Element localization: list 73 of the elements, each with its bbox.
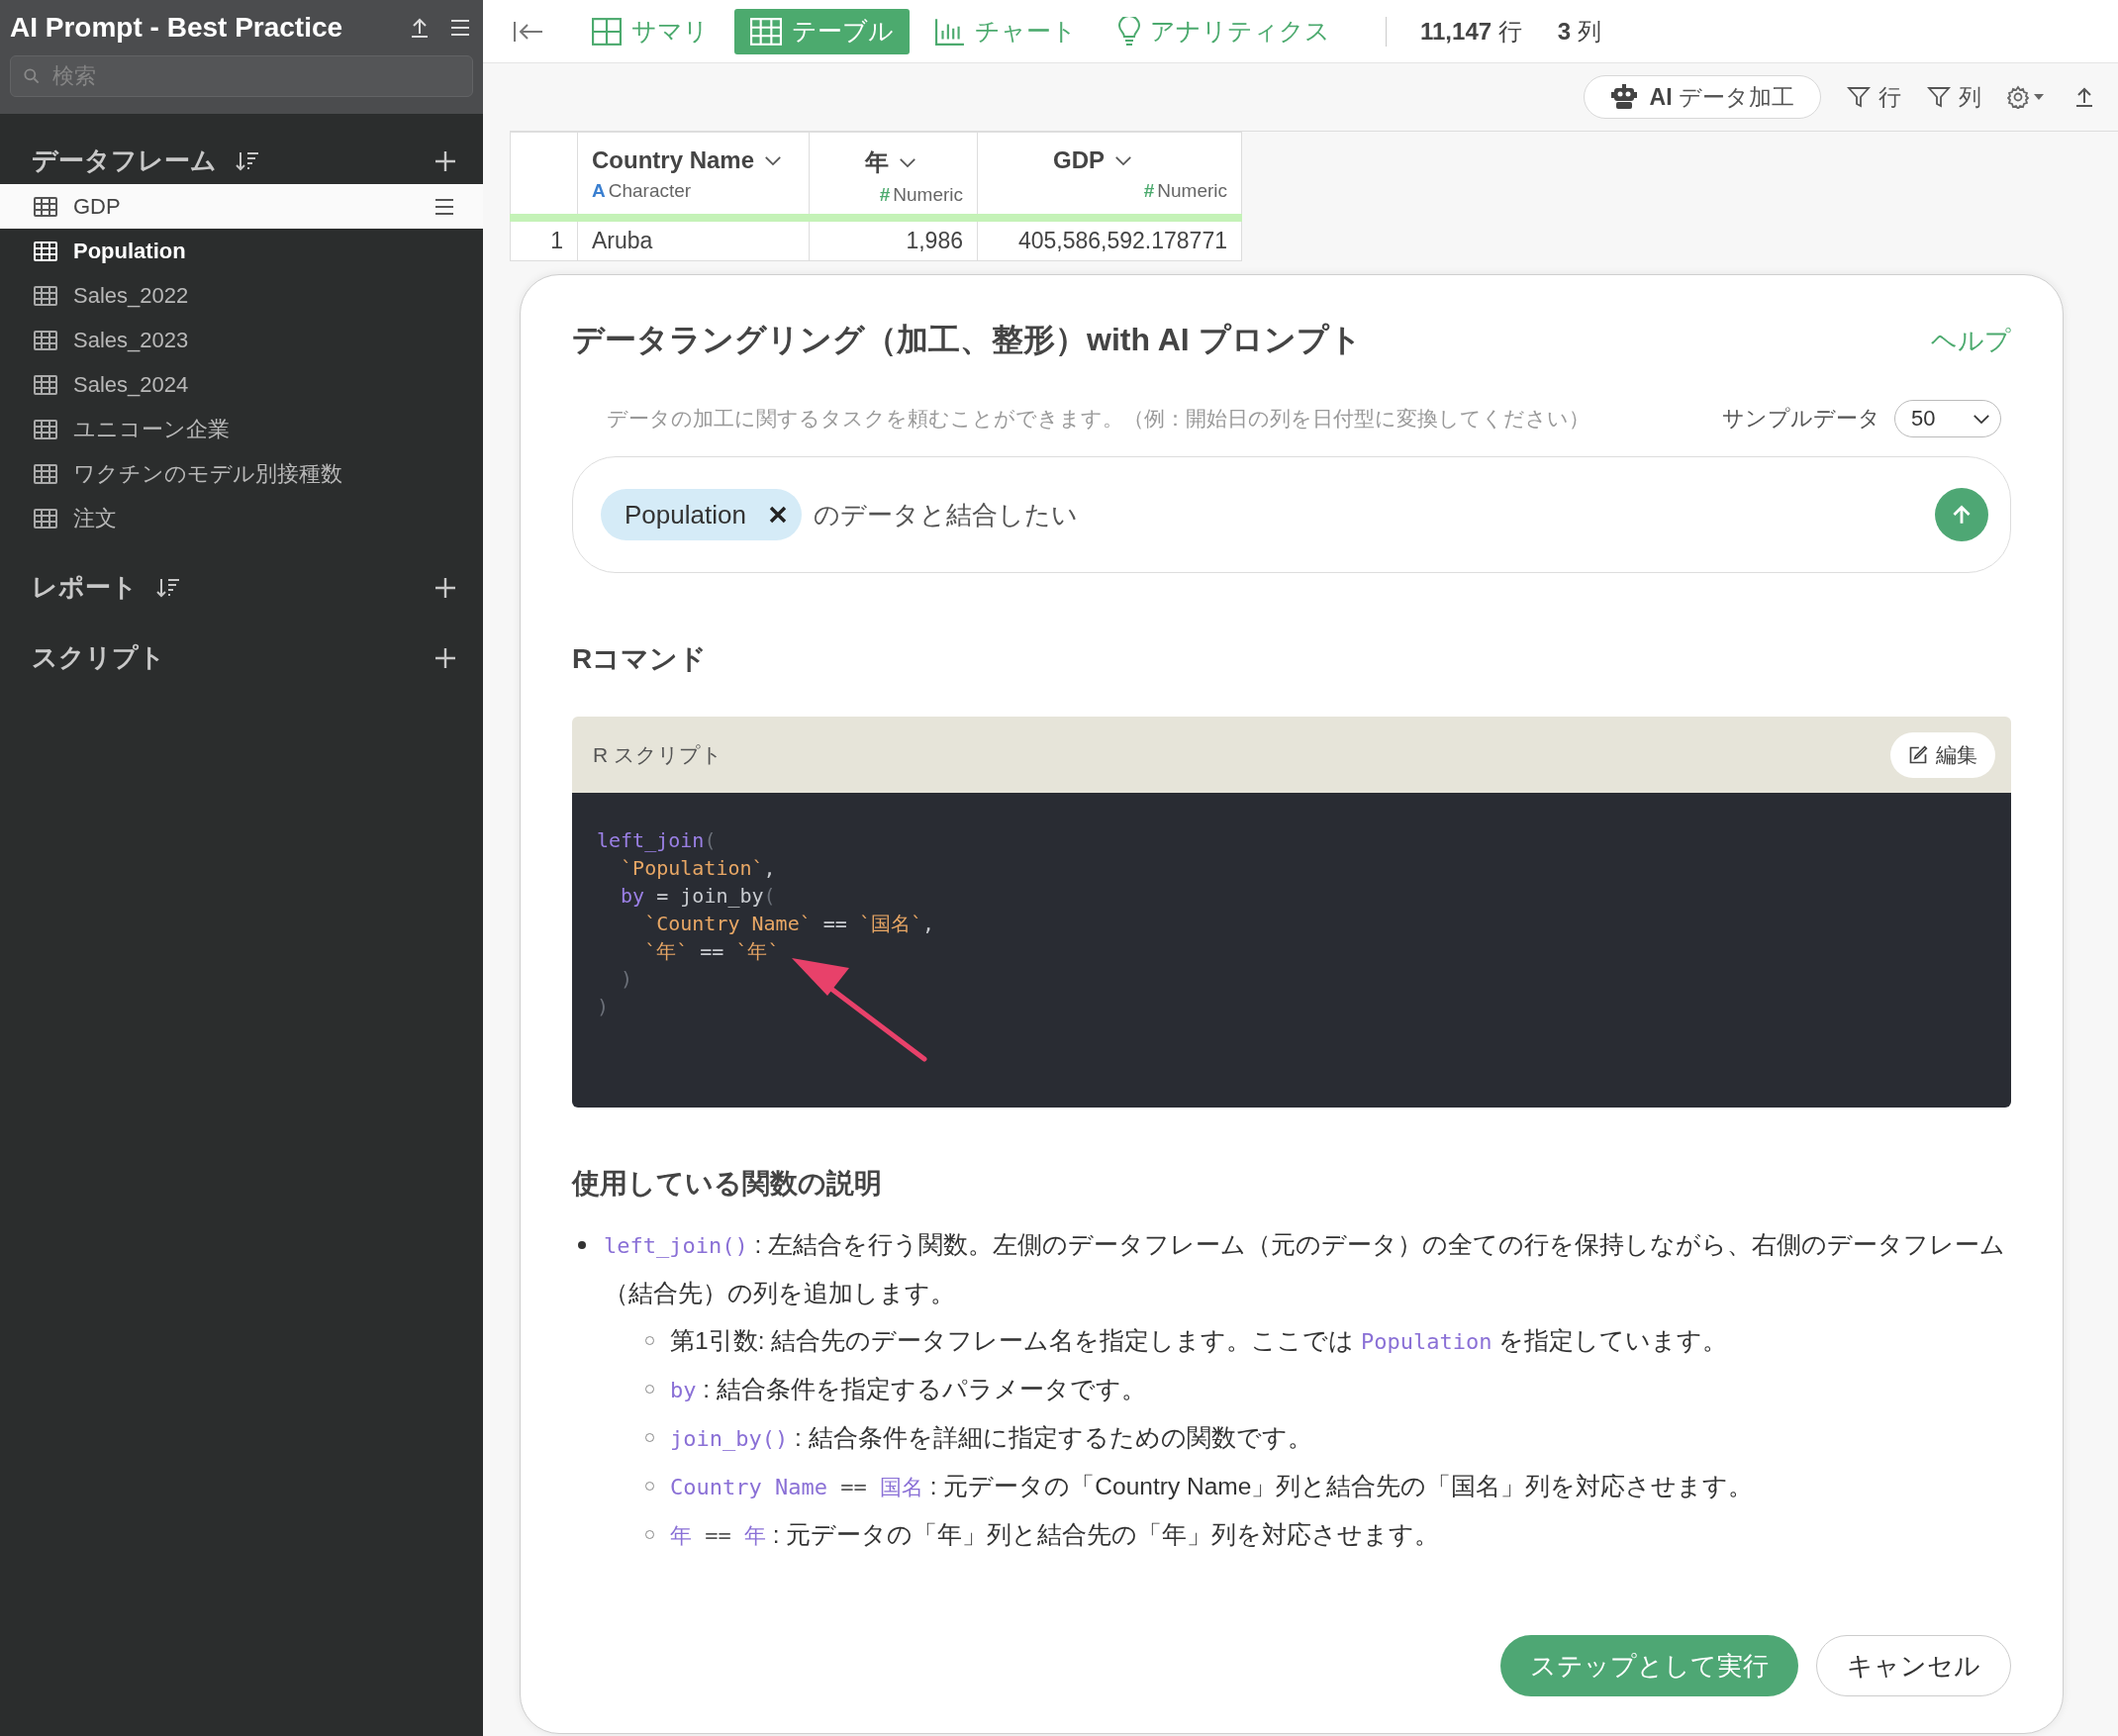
grid-icon	[592, 17, 622, 46]
column-type: A Character	[592, 180, 692, 201]
cancel-button[interactable]: キャンセル	[1816, 1635, 2011, 1696]
filter-icon	[1847, 85, 1871, 109]
section-heading: Rコマンド	[572, 642, 709, 676]
column-header[interactable]: GDP	[1053, 146, 1105, 173]
filter-button[interactable]: 列	[1927, 81, 1981, 113]
chevron-icon	[1973, 413, 1990, 425]
collapse-icon[interactable]	[513, 19, 544, 44]
column-header[interactable]: 年	[864, 148, 889, 175]
prompt-text: のデータと結合したい	[813, 498, 1079, 531]
bullet-text: join_by() : 結合条件を詳細に指定するための関数です。	[670, 1423, 1312, 1453]
code-line: `Population`,	[621, 855, 776, 882]
column-type: #Numeric	[1143, 180, 1227, 201]
lightbulb-icon	[1118, 16, 1140, 47]
code-line: by = join_by(	[621, 883, 776, 910]
send-button[interactable]	[1935, 488, 1988, 541]
column-type: #Numeric	[879, 184, 963, 205]
column-count: 3 列	[1557, 16, 1601, 47]
filter-button[interactable]: 行	[1847, 81, 1901, 113]
table-icon	[34, 419, 57, 439]
bullet-text: 年 == 年 : 元データの「年」列と結合先の「年」列を対応させます。	[670, 1520, 1440, 1550]
column-header[interactable]: Country Name	[592, 146, 755, 173]
table-icon	[34, 241, 57, 261]
add-icon[interactable]	[433, 645, 457, 670]
code-line: `Country Name` == `国名`,	[644, 911, 935, 937]
table-icon	[34, 330, 57, 350]
table-icon	[34, 196, 57, 217]
bar-chart-icon	[935, 17, 965, 46]
dataframe-chip[interactable]: Population	[601, 489, 802, 540]
search-icon	[22, 66, 42, 86]
dataframe-item[interactable]: Sales_2023	[0, 318, 483, 362]
table-icon	[34, 508, 57, 529]
section-heading: 使用している関数の説明	[572, 1167, 883, 1201]
add-icon[interactable]	[433, 148, 457, 173]
table-icon	[34, 285, 57, 306]
project-title: AI Prompt - Best Practice	[10, 12, 344, 44]
close-icon[interactable]	[767, 505, 788, 525]
dataframe-item[interactable]: ユニコーン企業	[0, 407, 483, 451]
section-title: スクリプト	[32, 641, 165, 674]
dataframe-item[interactable]: ワクチンのモデル別接種数	[0, 451, 483, 496]
row-count: 11,147 行	[1420, 16, 1522, 47]
bullet-text: Country Name == 国名 : 元データの「Country Name」列と結合先の「国名」列を対応させます。	[670, 1472, 1754, 1501]
code-line: )	[621, 966, 633, 993]
bullet-icon	[578, 1241, 586, 1249]
edit-icon	[1908, 744, 1928, 765]
code-line: `年` == `年`	[644, 938, 780, 965]
settings-icon[interactable]	[2007, 85, 2047, 109]
filter-icon	[1927, 85, 1951, 109]
edit-button[interactable]: 編集	[1890, 731, 1995, 778]
script-title: R スクリプト	[593, 741, 722, 768]
hint-text: データの加工に関するタスクを頼むことができます。（例：開始日の列を日付型に変換してください）	[607, 406, 1590, 432]
bullet-text: by : 結合条件を指定するパラメータです。	[670, 1375, 1146, 1404]
robot-icon	[1609, 83, 1638, 111]
section-title: データフレーム	[32, 145, 217, 177]
dataframe-item[interactable]: GDP	[0, 184, 483, 229]
code-line: )	[597, 994, 610, 1020]
dialog-title: データラングリング（加工、整形）with AI プロンプト	[572, 321, 1363, 359]
section-title: レポート	[32, 571, 138, 604]
prompt-field[interactable]: Population のデータと結合したい	[572, 456, 2011, 573]
code-line: left_join(	[597, 827, 717, 854]
table-icon	[34, 374, 57, 395]
dataframe-item[interactable]: Population	[0, 229, 483, 273]
table-icon	[750, 17, 782, 46]
dataframe-item[interactable]: 注文	[0, 496, 483, 540]
sample-label: サンプルデータ	[1722, 405, 1880, 433]
table-icon	[34, 463, 57, 484]
dataframe-item[interactable]: Sales_2022	[0, 273, 483, 318]
dataframe-item[interactable]: Sales_2024	[0, 362, 483, 407]
bullet-text: 第1引数: 結合先のデータフレーム名を指定します。ここでは Population を指定しています。	[670, 1326, 1728, 1356]
add-icon[interactable]	[433, 575, 457, 600]
bullet-text: left_join() : 左結合を行う関数。左側のデータフレーム（元のデータ）の全ての行を保持しながら、右側のデータフレーム（結合先）の列を追加します。	[604, 1230, 2007, 1308]
ai-data-button[interactable]: AI データ加工	[1583, 75, 1821, 119]
